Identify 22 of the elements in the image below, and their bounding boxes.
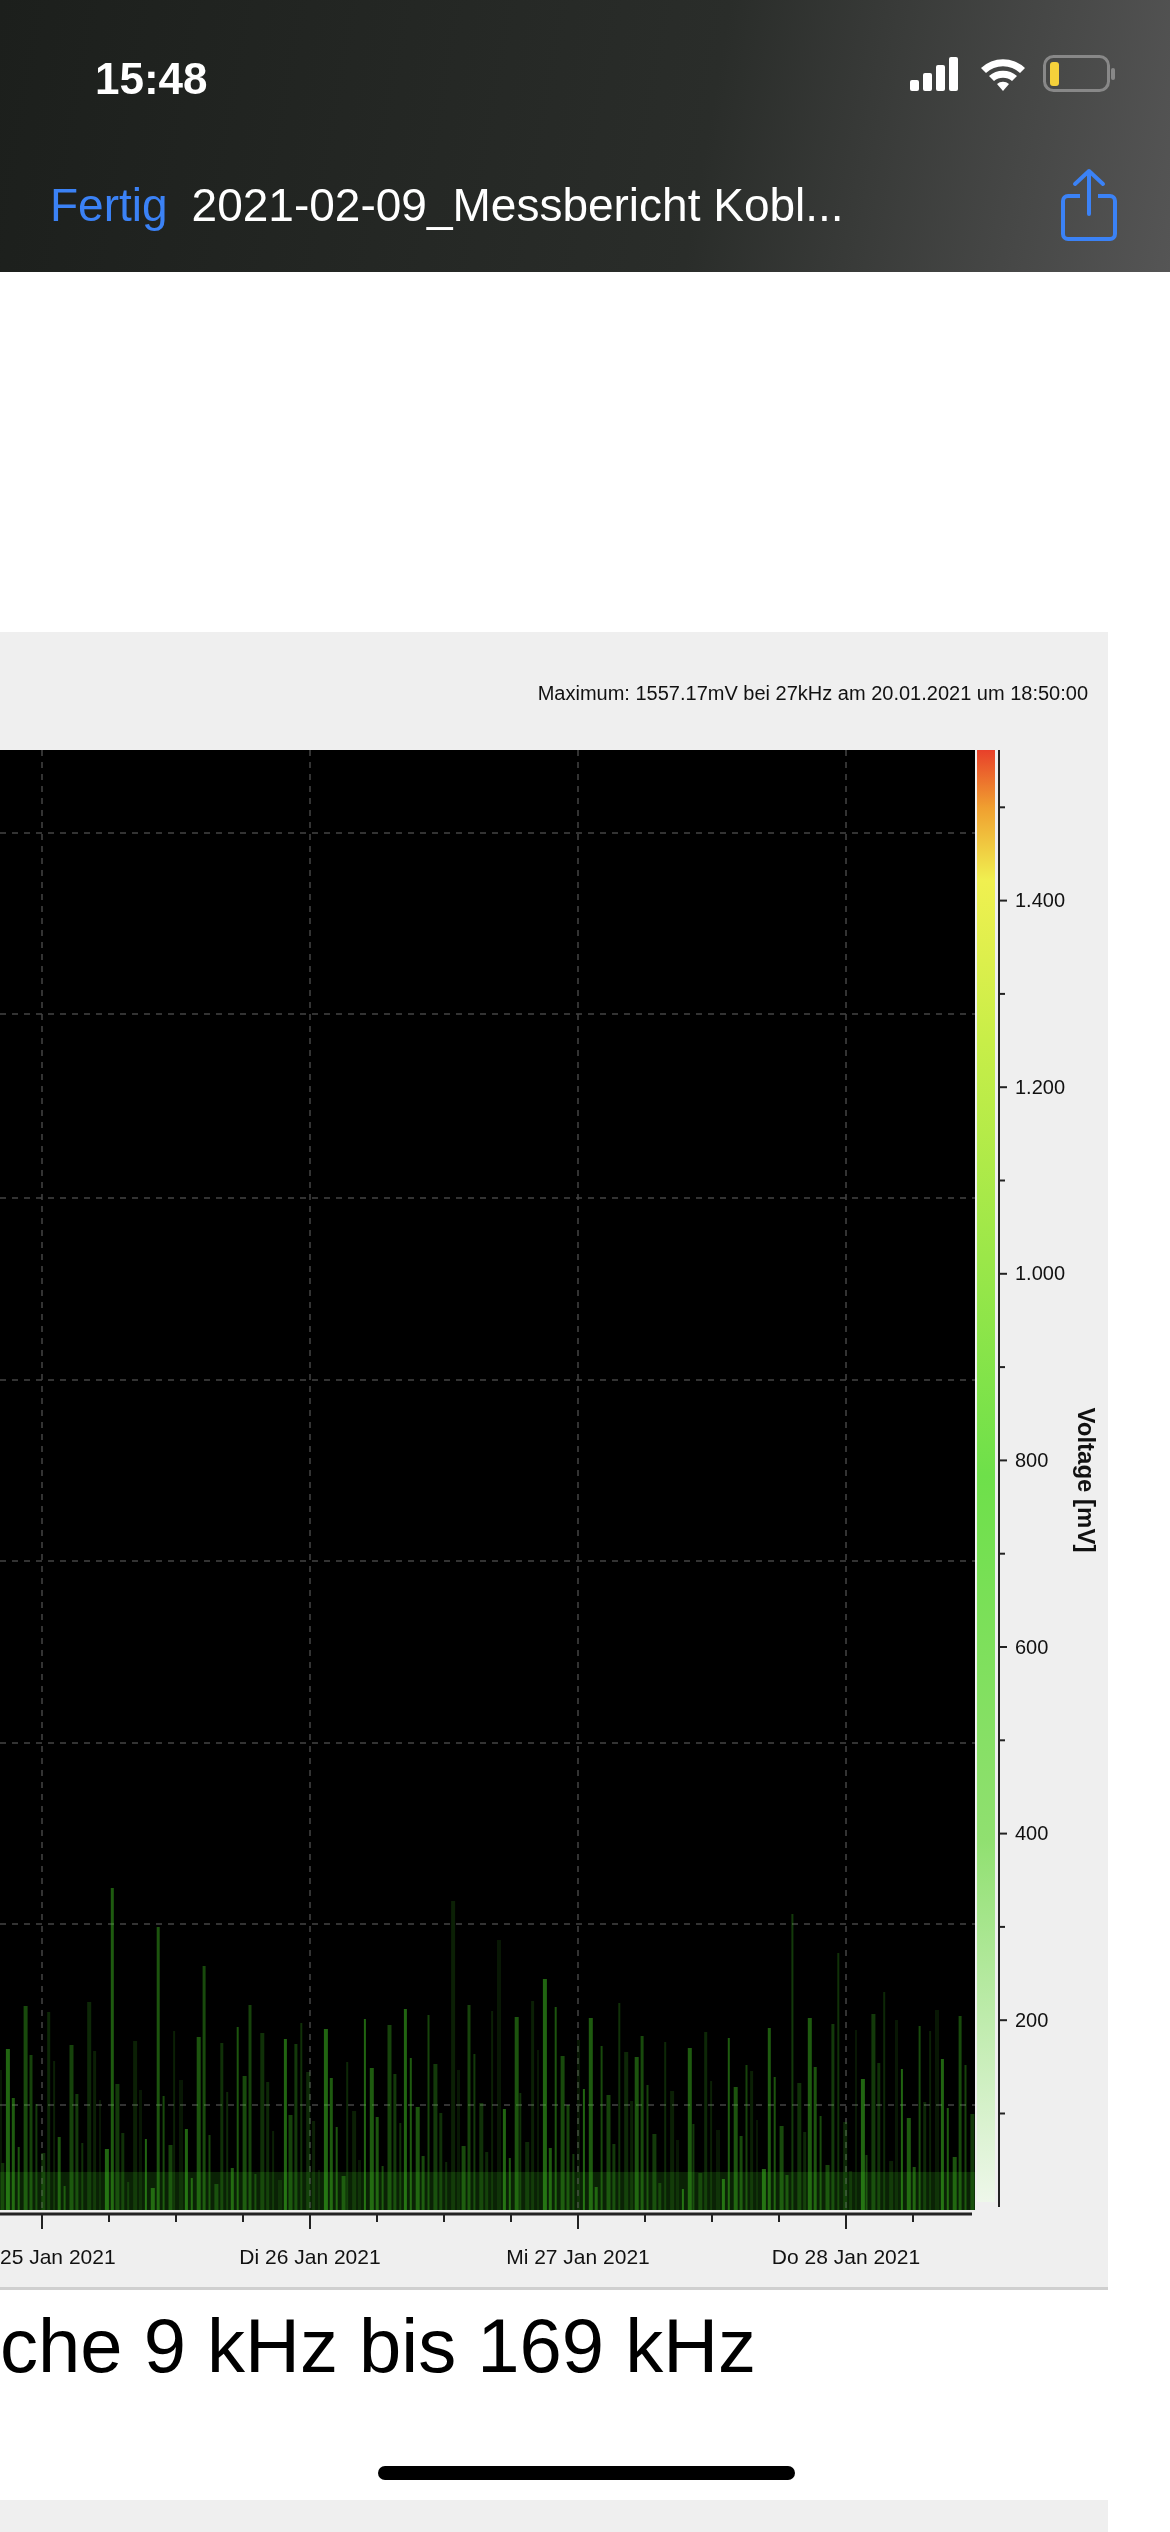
date-label: Do 28 Jan 2021 (771, 2245, 921, 2268)
color-scale-label: 400 (1015, 1822, 1049, 1844)
wifi-icon (979, 56, 1027, 92)
color-scale-label: 1.000 (1015, 1262, 1066, 1284)
color-scale-label: 600 (1015, 1636, 1049, 1658)
signal-icon (910, 57, 960, 91)
color-scale-title: Voltage [mV] (1073, 1407, 1100, 1553)
date-label: Mi 27 Jan 2021 (506, 2245, 650, 2268)
maximum-note: Maximum: 1557.17mV bei 27kHz am 20.01.2021 um 18:50:00 (537, 681, 1088, 706)
status-time: 15:48 (95, 53, 208, 105)
share-button[interactable] (1060, 168, 1118, 242)
color-scale-label: 200 (1015, 2009, 1049, 2031)
color-scale-label: 1.200 (1015, 1076, 1066, 1098)
date-label: 25 Jan 2021 (0, 2245, 116, 2268)
document-title: 2021-02-09_Messbericht Kobl... (191, 177, 845, 233)
section-heading: che 9 kHz bis 169 kHz (0, 2308, 758, 2384)
share-icon (1060, 168, 1118, 242)
date-label: Di 26 Jan 2021 (239, 2245, 381, 2268)
done-button[interactable]: Fertig (50, 170, 168, 240)
color-scale-label: 1.400 (1015, 889, 1066, 911)
color-scale-label: 800 (1015, 1449, 1049, 1471)
battery-icon (1043, 55, 1115, 93)
